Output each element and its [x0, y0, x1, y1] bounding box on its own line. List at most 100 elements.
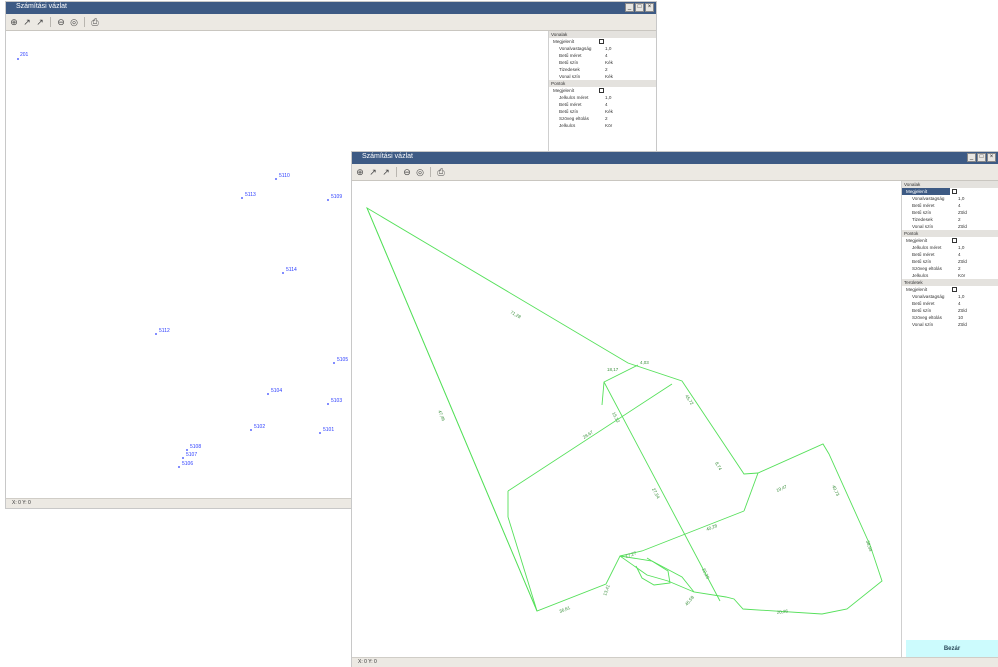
checkbox-icon[interactable]: [952, 238, 957, 244]
zoom-in-icon[interactable]: ⊕: [355, 167, 365, 177]
pan-alt-icon[interactable]: ↗: [35, 17, 45, 27]
checkbox-icon[interactable]: [599, 88, 604, 94]
panel-property-row[interactable]: Jelkulcs méret 1,0: [902, 244, 998, 251]
panel-property-row[interactable]: Tizedesek 2: [549, 66, 656, 73]
property-value[interactable]: 4: [956, 300, 998, 307]
panel-group-row[interactable]: Megjelenít: [549, 87, 656, 94]
minimize-button[interactable]: _: [967, 153, 976, 162]
property-value[interactable]: 2: [603, 66, 656, 73]
panel-property-row[interactable]: Vonalvastagság 1,0: [549, 45, 656, 52]
property-value[interactable]: Kék: [603, 108, 656, 115]
property-checkbox[interactable]: [950, 188, 998, 195]
property-value[interactable]: 2: [603, 115, 656, 122]
segment-label: 27,54: [651, 487, 661, 500]
property-value[interactable]: 4: [956, 202, 998, 209]
panel-property-row[interactable]: Vonal szín Kék: [549, 73, 656, 80]
property-value[interactable]: 2: [956, 265, 998, 272]
minimize-button[interactable]: _: [625, 3, 634, 12]
property-name: Betű szín: [559, 60, 579, 65]
panel-property-row[interactable]: Betű szín Kék: [549, 59, 656, 66]
panel-property-row[interactable]: Jelkulcs Kör: [902, 272, 998, 279]
panel-section-header[interactable]: Vonalak: [549, 31, 656, 38]
panel-group-row[interactable]: Megjelenít: [549, 38, 656, 45]
maximize-button[interactable]: □: [977, 153, 986, 162]
property-value[interactable]: 4: [603, 101, 656, 108]
panel-group-row[interactable]: Megjelenít: [902, 286, 998, 293]
panel-property-row[interactable]: Vonal szín Zöld: [902, 321, 998, 328]
panel-property-row[interactable]: Jelkulcs Kör: [549, 122, 656, 129]
print-icon[interactable]: ⎙: [90, 17, 100, 27]
property-checkbox[interactable]: [597, 38, 656, 45]
property-value[interactable]: Kék: [603, 59, 656, 66]
panel-property-row[interactable]: Szöveg eltolás 10: [902, 314, 998, 321]
panel-property-row[interactable]: Betű méret 4: [902, 300, 998, 307]
property-value[interactable]: Zöld: [956, 209, 998, 216]
print-icon[interactable]: ⎙: [436, 167, 446, 177]
panel-property-row[interactable]: Betű méret 4: [902, 202, 998, 209]
maximize-button[interactable]: □: [635, 3, 644, 12]
panel-property-row[interactable]: Betű szín Zöld: [902, 307, 998, 314]
zoom-window-icon[interactable]: ⊖: [402, 167, 412, 177]
property-value[interactable]: Zöld: [956, 307, 998, 314]
property-value[interactable]: 4: [956, 251, 998, 258]
front-title-buttons: _ □ ×: [967, 153, 996, 163]
panel-section-header[interactable]: Területek: [902, 279, 998, 286]
point-marker: 5113: [241, 192, 256, 199]
pan-icon[interactable]: ↗: [368, 167, 378, 177]
panel-property-row[interactable]: Vonalvastagság 1,0: [902, 293, 998, 300]
property-value[interactable]: Kék: [603, 73, 656, 80]
close-button[interactable]: Bezár: [906, 640, 998, 658]
pan-alt-icon[interactable]: ↗: [381, 167, 391, 177]
front-drawing-canvas[interactable]: 71,28 47,46 28,67 4,03 18,17 45,72 15,12…: [352, 181, 901, 658]
segment-label: 13,41: [602, 584, 611, 597]
property-value[interactable]: 1,0: [956, 195, 998, 202]
property-value[interactable]: 1,0: [956, 293, 998, 300]
property-value[interactable]: 1,0: [603, 45, 656, 52]
checkbox-icon[interactable]: [952, 189, 957, 195]
zoom-in-icon[interactable]: ⊕: [9, 17, 19, 27]
panel-property-row[interactable]: Betű szín Kék: [549, 108, 656, 115]
checkbox-icon[interactable]: [599, 39, 604, 45]
panel-group-row[interactable]: Megjelenít: [902, 237, 998, 244]
panel-property-row[interactable]: Betű méret 4: [902, 251, 998, 258]
front-title-bar[interactable]: Számítási vázlat _ □ ×: [352, 152, 998, 164]
property-checkbox[interactable]: [950, 237, 998, 244]
property-name: Betű méret: [912, 203, 935, 208]
panel-property-row[interactable]: Betű szín Zöld: [902, 209, 998, 216]
zoom-extent-icon[interactable]: ◎: [415, 167, 425, 177]
property-value[interactable]: 1,0: [956, 244, 998, 251]
panel-property-row[interactable]: Vonal szín Zöld: [902, 223, 998, 230]
property-value[interactable]: Zöld: [956, 321, 998, 328]
property-value[interactable]: 2: [956, 216, 998, 223]
property-value[interactable]: 4: [603, 52, 656, 59]
segment-label: 36,61: [559, 605, 572, 614]
property-value[interactable]: Kör: [603, 122, 656, 129]
property-value[interactable]: Zöld: [956, 223, 998, 230]
back-title-bar[interactable]: Számítási vázlat _ □ ×: [6, 2, 656, 14]
panel-section-header[interactable]: Pontok: [549, 80, 656, 87]
pan-icon[interactable]: ↗: [22, 17, 32, 27]
close-window-button[interactable]: ×: [645, 3, 654, 12]
property-value[interactable]: Kör: [956, 272, 998, 279]
svg-text:201: 201: [20, 52, 29, 58]
panel-property-row[interactable]: Szöveg eltolás 2: [902, 265, 998, 272]
panel-property-row[interactable]: Betű méret 4: [549, 52, 656, 59]
panel-property-row[interactable]: Betű szín Zöld: [902, 258, 998, 265]
checkbox-icon[interactable]: [952, 287, 957, 293]
property-value[interactable]: 10: [956, 314, 998, 321]
panel-property-row[interactable]: Betű méret 4: [549, 101, 656, 108]
property-value[interactable]: Zöld: [956, 258, 998, 265]
panel-property-row[interactable]: Szöveg eltolás 2: [549, 115, 656, 122]
property-checkbox[interactable]: [597, 87, 656, 94]
property-value[interactable]: 1,0: [603, 94, 656, 101]
panel-property-row[interactable]: Vonalvastagság 1,0: [902, 195, 998, 202]
panel-section-header[interactable]: Pontok: [902, 230, 998, 237]
zoom-window-icon[interactable]: ⊖: [56, 17, 66, 27]
panel-section-header[interactable]: Vonalak: [902, 181, 998, 188]
panel-group-row[interactable]: Megjelenít: [902, 188, 998, 195]
property-checkbox[interactable]: [950, 286, 998, 293]
panel-property-row[interactable]: Jelkulcs méret 1,0: [549, 94, 656, 101]
panel-property-row[interactable]: Tizedesek 2: [902, 216, 998, 223]
close-window-button[interactable]: ×: [987, 153, 996, 162]
zoom-extent-icon[interactable]: ◎: [69, 17, 79, 27]
